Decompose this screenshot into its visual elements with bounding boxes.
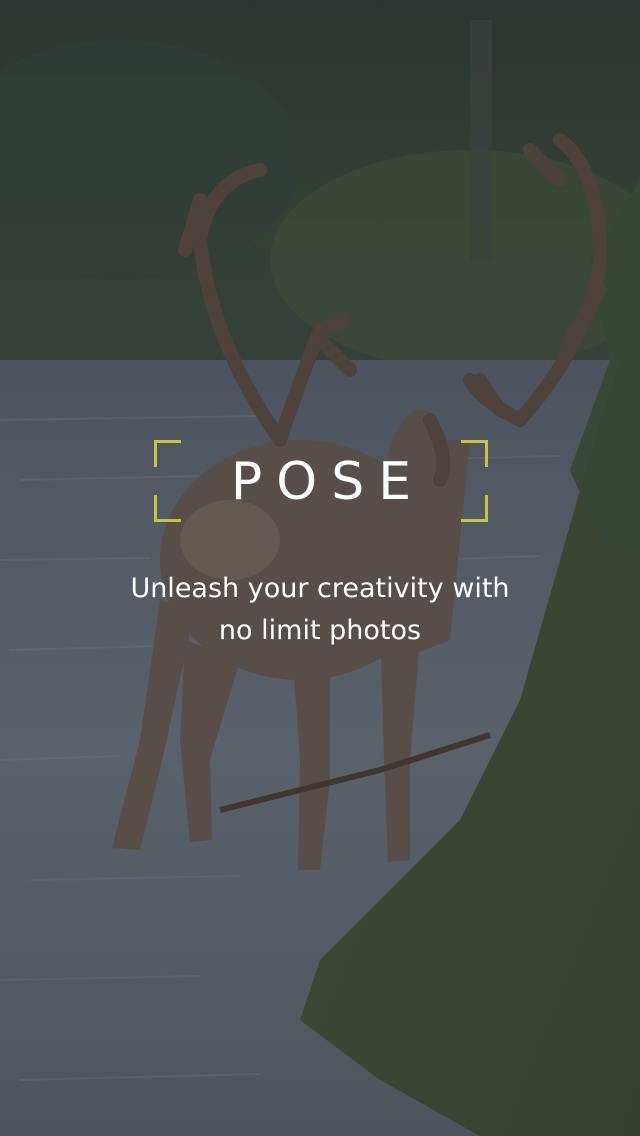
brand-title: POSE [230, 452, 426, 512]
splash-screen: POSE Unleash your creativity with no lim… [0, 0, 640, 1136]
logo-frame: POSE [154, 440, 488, 522]
tagline: Unleash your creativity with no limit ph… [60, 568, 580, 652]
tagline-line-1: Unleash your creativity with [130, 573, 510, 604]
tagline-line-2: no limit photos [218, 615, 422, 646]
